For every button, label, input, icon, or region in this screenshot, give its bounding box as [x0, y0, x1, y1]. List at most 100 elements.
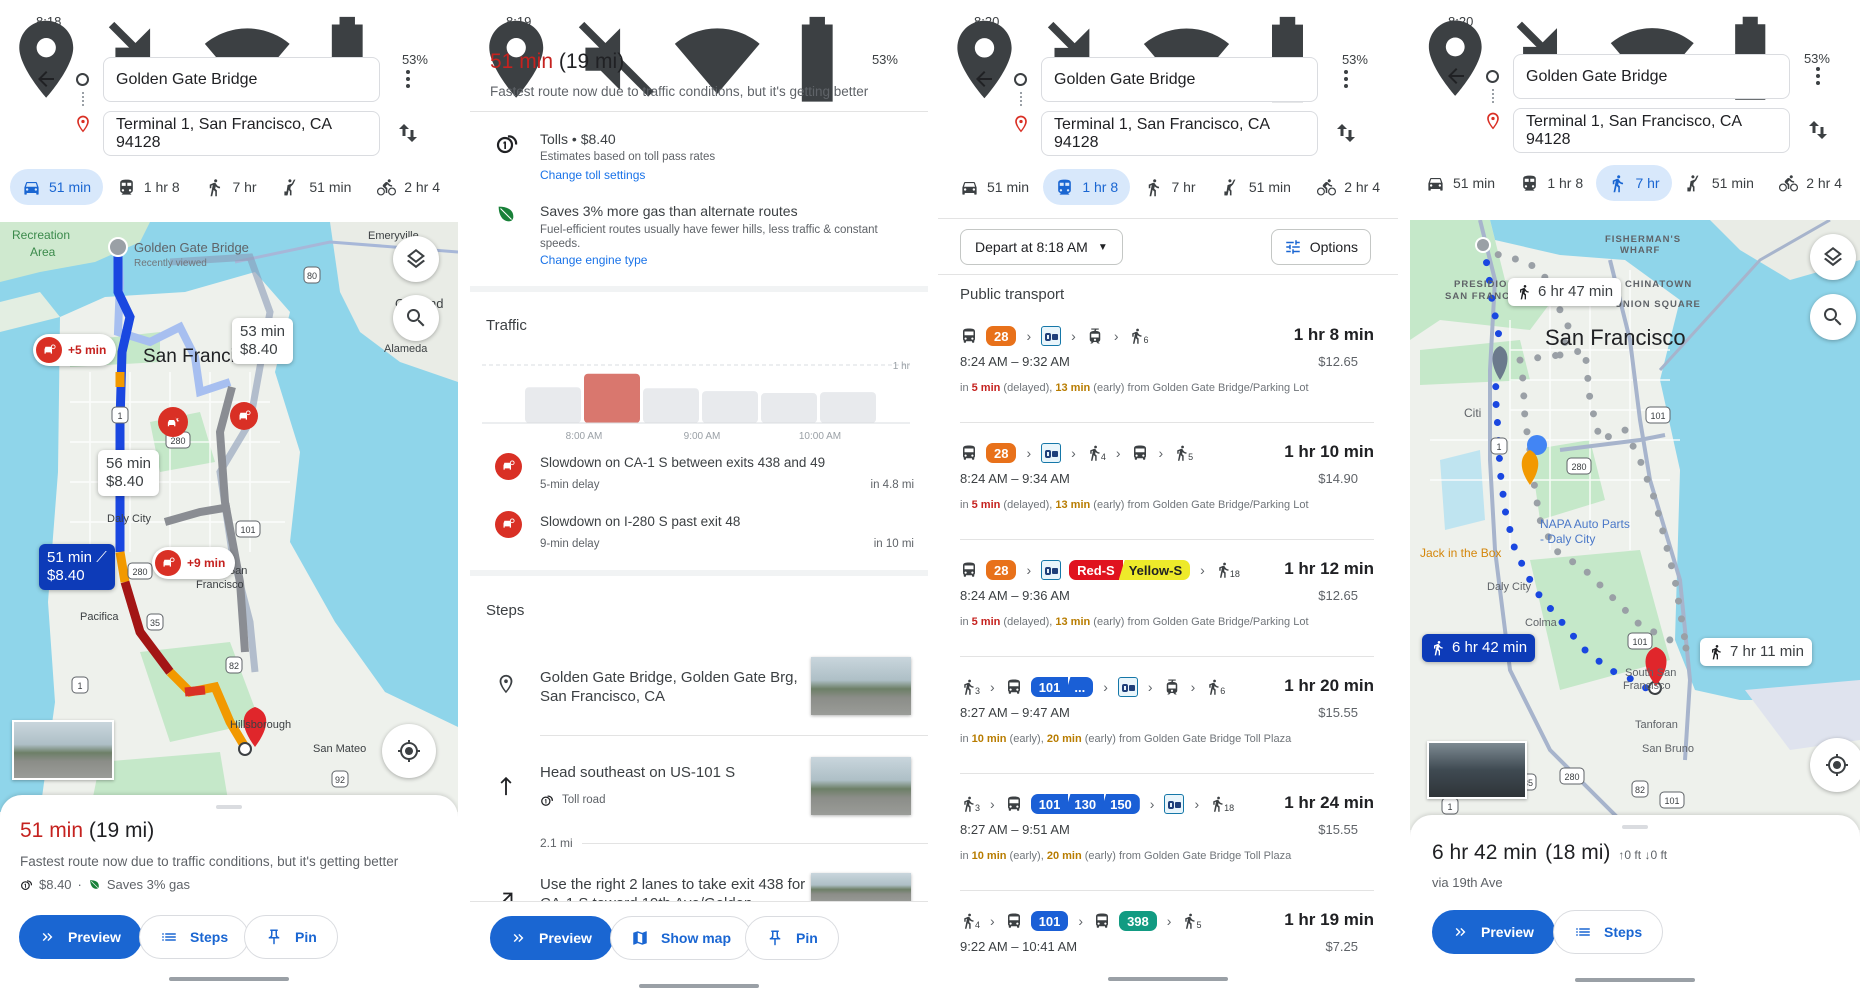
home-indicator: [1108, 977, 1228, 981]
transit-route-option[interactable]: 28 › Red-S Yellow-S › 18 1 hr 12 min 8:24 AM …: [960, 556, 1374, 672]
line-label: 101: [1030, 677, 1069, 697]
walk-minutes: 4: [1100, 451, 1106, 462]
change-toll-settings-link[interactable]: Change toll settings: [540, 168, 645, 182]
tab-transit[interactable]: 1 hr 8: [1043, 169, 1131, 205]
map-label: Golden Gate Bridge: [134, 240, 249, 255]
swap-direction-icon[interactable]: [396, 121, 420, 145]
origin-input[interactable]: Golden Gate Bridge: [103, 57, 380, 102]
my-location-button[interactable]: [382, 724, 436, 778]
map-label: San Mateo: [313, 743, 366, 755]
route-time: 56 min: [106, 455, 152, 472]
transit-route-option[interactable]: 28 › › › 6 1 hr 8 min 8:24 AM – 9:32 AM $12.…: [960, 322, 1374, 438]
tab-bike[interactable]: 2 hr 4: [365, 169, 452, 205]
destination-input[interactable]: Terminal 1, San Francisco, CA 94128: [103, 111, 380, 156]
chevron-right-icon: ›: [1166, 913, 1172, 929]
preview-button[interactable]: Preview: [19, 915, 142, 959]
street-view-thumbnail[interactable]: [811, 757, 911, 815]
map-label: Recently viewed: [134, 258, 207, 269]
destination-input[interactable]: Terminal 1, San Francisco, CA 94128: [1041, 111, 1318, 156]
transit-route-option[interactable]: 3 › 101... › › › 6 1 hr 20 min 8:27 AM – 9:47 …: [960, 673, 1374, 789]
layers-button[interactable]: [393, 236, 439, 282]
street-view-thumbnail[interactable]: [811, 873, 911, 903]
street-view-thumbnail[interactable]: [811, 657, 911, 715]
destination-input[interactable]: Terminal 1, San Francisco, CA 94128: [1513, 108, 1790, 153]
tab-car[interactable]: 51 min: [1414, 165, 1507, 201]
bus-icon: [960, 561, 978, 579]
traffic-delay-badge[interactable]: +5 min: [33, 334, 117, 366]
more-options-icon[interactable]: [1334, 67, 1358, 91]
slowdown-icon: [495, 511, 522, 538]
tab-ride-hail[interactable]: 51 min: [1210, 169, 1303, 205]
bus-icon: [960, 327, 978, 345]
tab-ride-hail[interactable]: 51 min: [270, 169, 363, 205]
distance-value: (19 mi): [558, 50, 625, 73]
alt-route-bubble[interactable]: 6 hr 47 min: [1508, 278, 1622, 306]
steps-button[interactable]: Steps: [1553, 910, 1664, 954]
options-button[interactable]: Options: [1270, 229, 1371, 265]
search-button[interactable]: [393, 295, 439, 341]
map-view[interactable]: Recreation Area Golden Gate Bridge Recen…: [0, 222, 458, 812]
search-button[interactable]: [1810, 294, 1856, 340]
tab-bike[interactable]: 2 hr 4: [1305, 169, 1392, 205]
tab-walk[interactable]: 7 hr: [193, 169, 268, 205]
crash-icon[interactable]: [158, 407, 188, 437]
swap-direction-icon[interactable]: [1334, 121, 1358, 145]
street-view-thumbnail[interactable]: [1427, 741, 1527, 799]
tab-walk[interactable]: 7 hr: [1132, 169, 1207, 205]
tab-bike[interactable]: 2 hr 4: [1767, 165, 1854, 201]
back-arrow-icon[interactable]: [972, 67, 996, 91]
origin-input[interactable]: Golden Gate Bridge: [1513, 54, 1790, 99]
my-location-button[interactable]: [1810, 738, 1860, 792]
alt-route-bubble[interactable]: 7 hr 11 min: [1700, 638, 1812, 666]
show-map-button[interactable]: Show map: [610, 916, 753, 960]
alt-route-bubble[interactable]: 56 min $8.40: [98, 450, 160, 496]
list-icon: [1574, 923, 1592, 941]
drag-handle[interactable]: [216, 805, 242, 809]
map-view[interactable]: FISHERMAN'S WHARF PRESIDIO OF SAN FRANCI…: [1410, 220, 1860, 830]
back-arrow-icon[interactable]: [1444, 64, 1468, 88]
chevron-right-icon: ›: [1200, 562, 1205, 578]
map-label: Daly City: [107, 513, 152, 525]
tab-ride-hail[interactable]: 51 min: [1673, 165, 1766, 201]
traffic-delay-badge[interactable]: +9 min: [152, 547, 236, 579]
traffic-bar[interactable]: [584, 373, 640, 423]
transit-route-option[interactable]: 28 › › 4 › › 5 1 hr 10 min 8:24 AM – 9:34 AM $…: [960, 439, 1374, 555]
tab-label: 51 min: [1711, 175, 1754, 191]
steps-button[interactable]: Steps: [139, 915, 250, 959]
step-text[interactable]: Golden Gate Bridge, Golden Gate Brg, San…: [540, 668, 810, 706]
highway-shield: 280: [1559, 767, 1585, 785]
traffic-bar[interactable]: [525, 387, 581, 423]
traffic-bar[interactable]: [820, 392, 876, 423]
preview-button[interactable]: Preview: [1432, 910, 1555, 954]
route-toll: $8.40: [47, 567, 85, 584]
selected-route-bubble[interactable]: 6 hr 42 min: [1422, 634, 1536, 662]
depart-time-dropdown[interactable]: Depart at 8:18 AM ▼: [960, 229, 1123, 265]
more-options-icon[interactable]: [1806, 64, 1830, 88]
step-text[interactable]: Use the right 2 lanes to take exit 438 f…: [540, 875, 810, 901]
slowdown-icon[interactable]: [230, 402, 258, 430]
traffic-bar[interactable]: [761, 393, 817, 423]
route-time: 51 min: [47, 549, 93, 566]
origin-input[interactable]: Golden Gate Bridge: [1041, 57, 1318, 102]
tab-car[interactable]: 51 min: [948, 169, 1041, 205]
preview-button[interactable]: Preview: [490, 916, 613, 960]
swap-direction-icon[interactable]: [1806, 118, 1830, 142]
step-text[interactable]: Head southeast on US-101 S: [540, 764, 735, 781]
layers-button[interactable]: [1810, 234, 1856, 280]
tab-transit[interactable]: 1 hr 8: [1508, 165, 1595, 201]
pin-button[interactable]: Pin: [745, 916, 839, 960]
alt-route-bubble[interactable]: 53 min $8.40: [232, 318, 294, 364]
traffic-bar[interactable]: [643, 388, 699, 423]
tab-car[interactable]: 51 min: [10, 169, 104, 205]
more-options-icon[interactable]: [396, 67, 420, 91]
transit-route-option[interactable]: 3 › 101 130 150 › › 18 1 hr 24 min 8:27 AM – 9:…: [960, 790, 1374, 906]
traffic-bar[interactable]: [702, 391, 758, 423]
selected-route-bubble[interactable]: 51 min ⟋ $8.40: [39, 544, 115, 590]
drag-handle[interactable]: [1622, 825, 1648, 829]
tab-walk[interactable]: 7 hr: [1596, 165, 1672, 201]
street-view-thumbnail[interactable]: [12, 720, 114, 780]
back-arrow-icon[interactable]: [34, 67, 58, 91]
pin-button[interactable]: Pin: [244, 915, 338, 959]
tab-transit[interactable]: 1 hr 8: [105, 169, 192, 205]
change-engine-type-link[interactable]: Change engine type: [540, 253, 647, 267]
